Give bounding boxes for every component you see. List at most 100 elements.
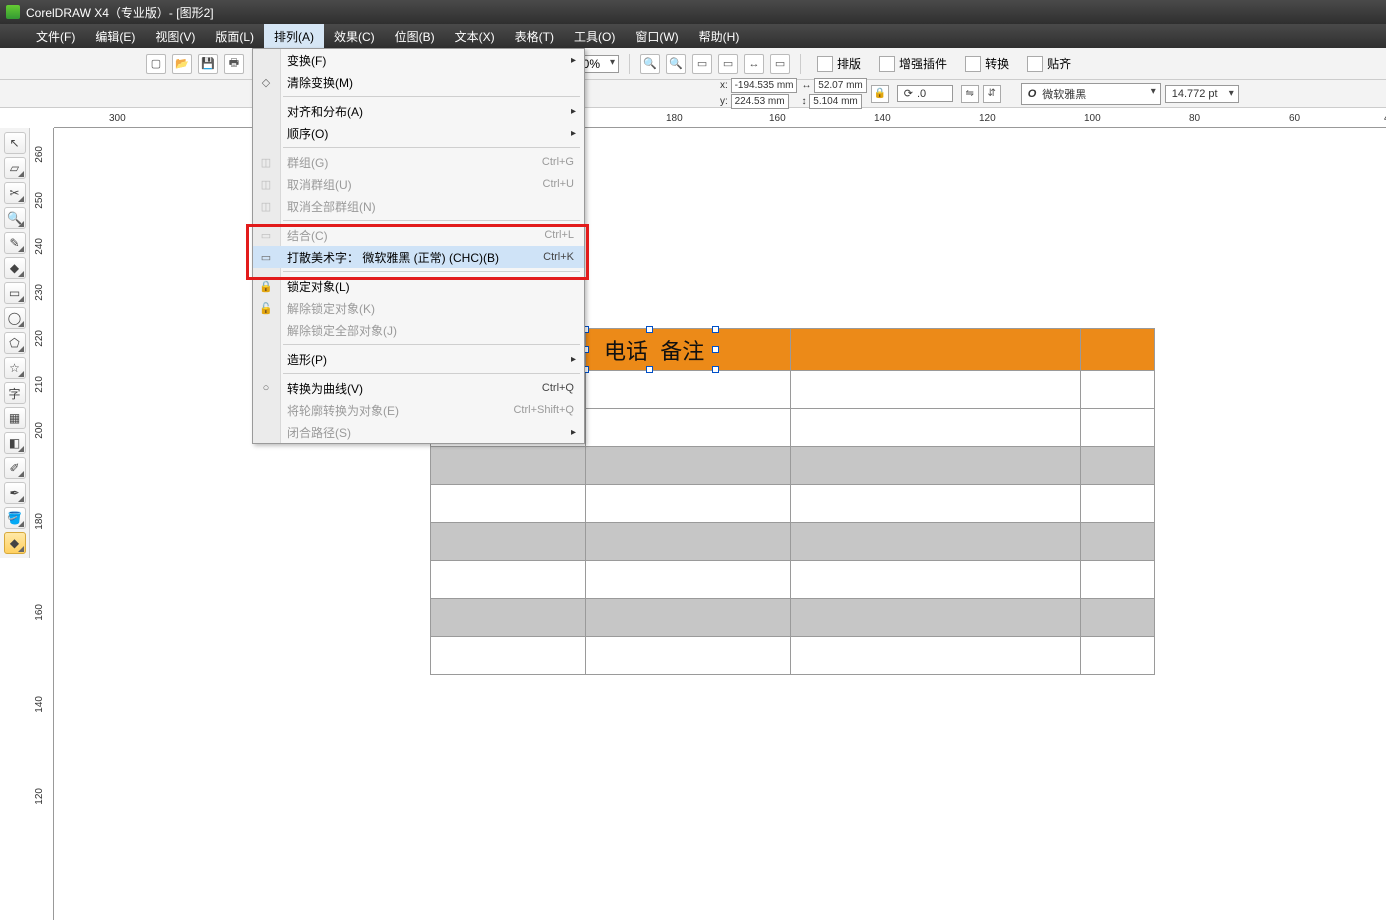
- selection-handle[interactable]: [712, 366, 719, 373]
- zoom-tool[interactable]: 🔍: [4, 207, 26, 229]
- ruler-tick: 160: [34, 604, 53, 621]
- menu-item[interactable]: 对齐和分布(A)▸: [253, 100, 584, 122]
- menu-item[interactable]: ◇清除变换(M): [253, 71, 584, 93]
- ruler-tick: 180: [666, 113, 683, 124]
- selection-handle[interactable]: [646, 366, 653, 373]
- menu-item[interactable]: 变换(F)▸: [253, 49, 584, 71]
- submenu-arrow-icon: ▸: [571, 354, 576, 365]
- ruler-tick: 200: [34, 422, 53, 439]
- save-button[interactable]: 💾: [198, 54, 218, 74]
- menu-view[interactable]: 视图(V): [145, 24, 205, 49]
- menu-item[interactable]: ▭打散美术字： 微软雅黑 (正常) (CHC)(B)Ctrl+K: [253, 246, 584, 268]
- zoom-out-button[interactable]: 🔍: [666, 54, 686, 74]
- menu-item-icon: ○: [258, 380, 274, 396]
- header-phone: 电话: [604, 339, 648, 364]
- height-field[interactable]: 5.104 mm: [809, 94, 861, 109]
- rotate-icon: ⟳: [904, 87, 913, 100]
- snap-button[interactable]: 贴齐: [1021, 53, 1077, 74]
- menu-item-label: 转换为曲线(V): [287, 380, 542, 397]
- print-button[interactable]: 🖶: [224, 54, 244, 74]
- menu-item-icon: ▭: [258, 249, 274, 265]
- smart-fill-tool[interactable]: ◆: [4, 257, 26, 279]
- ruler-tick: 140: [34, 696, 53, 713]
- menu-item: 🔓解除锁定对象(K): [253, 297, 584, 319]
- title-bar: CorelDRAW X4（专业版）- [图形2]: [0, 0, 1386, 24]
- new-doc-button[interactable]: ▢: [146, 54, 166, 74]
- text-tool[interactable]: 字: [4, 382, 26, 404]
- ruler-tick: 210: [34, 376, 53, 393]
- convert-button[interactable]: 转换: [959, 53, 1015, 74]
- crop-tool[interactable]: ✂: [4, 182, 26, 204]
- font-size-select[interactable]: 14.772 pt: [1165, 85, 1239, 103]
- menu-divider: [283, 373, 580, 374]
- menu-edit[interactable]: 编辑(E): [85, 24, 145, 49]
- font-select[interactable]: O微软雅黑: [1021, 83, 1161, 105]
- app-logo-icon: [6, 5, 20, 19]
- table-row: [431, 447, 1155, 485]
- arrange-menu-dropdown: 变换(F)▸◇清除变换(M)对齐和分布(A)▸顺序(O)▸◫群组(G)Ctrl+…: [252, 48, 585, 444]
- width-field[interactable]: 52.07 mm: [814, 78, 866, 93]
- eyedropper-tool[interactable]: ✐: [4, 457, 26, 479]
- mirror-v-button[interactable]: ⇵: [983, 85, 1001, 103]
- menu-item: ◫取消全部群组(N): [253, 195, 584, 217]
- menu-layout[interactable]: 版面(L): [205, 24, 264, 49]
- table-tool[interactable]: ▦: [4, 407, 26, 429]
- header-note: 备注: [660, 339, 704, 364]
- menu-text[interactable]: 文本(X): [445, 24, 505, 49]
- zoom-width-button[interactable]: ↔: [744, 54, 764, 74]
- pick-tool[interactable]: ↖: [4, 132, 26, 154]
- interactive-fill-tool[interactable]: ◆: [4, 532, 26, 554]
- polygon-tool[interactable]: ⬠: [4, 332, 26, 354]
- submenu-arrow-icon: ▸: [571, 106, 576, 117]
- menu-item[interactable]: ○ 转换为曲线(V)Ctrl+Q: [253, 377, 584, 399]
- freehand-tool[interactable]: ✎: [4, 232, 26, 254]
- menu-item[interactable]: 🔒锁定对象(L): [253, 275, 584, 297]
- menu-item-label: 打散美术字： 微软雅黑 (正常) (CHC)(B): [287, 249, 543, 266]
- rotation-field[interactable]: ⟳.0: [897, 85, 953, 102]
- plugin-button[interactable]: 增强插件: [873, 53, 953, 74]
- selection-handle[interactable]: [712, 326, 719, 333]
- typeset-button[interactable]: 排版: [811, 53, 867, 74]
- y-field[interactable]: 224.53 mm: [731, 94, 789, 109]
- menu-item-shortcut: Ctrl+Q: [542, 382, 574, 394]
- menu-item[interactable]: 顺序(O)▸: [253, 122, 584, 144]
- lock-ratio-button[interactable]: 🔒: [871, 85, 889, 103]
- ruler-tick: 260: [34, 146, 53, 163]
- menu-file[interactable]: 文件(F): [26, 24, 85, 49]
- rectangle-tool[interactable]: ▭: [4, 282, 26, 304]
- ellipse-tool[interactable]: ◯: [4, 307, 26, 329]
- zoom-height-button[interactable]: ▭: [770, 54, 790, 74]
- zoom-page-button[interactable]: ▭: [718, 54, 738, 74]
- fill-tool[interactable]: 🪣: [4, 507, 26, 529]
- selection-handle[interactable]: [646, 326, 653, 333]
- zoom-in-button[interactable]: 🔍: [640, 54, 660, 74]
- interactive-tool[interactable]: ◧: [4, 432, 26, 454]
- table-row: [431, 599, 1155, 637]
- menu-window[interactable]: 窗口(W): [625, 24, 688, 49]
- open-button[interactable]: 📂: [172, 54, 192, 74]
- x-field[interactable]: -194.535 mm: [731, 78, 798, 93]
- plugin-icon: [879, 56, 895, 72]
- menu-help[interactable]: 帮助(H): [689, 24, 750, 49]
- selection-handle[interactable]: [712, 346, 719, 353]
- outline-tool[interactable]: ✒: [4, 482, 26, 504]
- menu-item-icon: ◇: [258, 74, 274, 90]
- menu-item-label: 锁定对象(L): [287, 278, 574, 295]
- menu-effects[interactable]: 效果(C): [324, 24, 385, 49]
- shape-tool[interactable]: ▱: [4, 157, 26, 179]
- menu-item[interactable]: 造形(P)▸: [253, 348, 584, 370]
- menu-bitmap[interactable]: 位图(B): [385, 24, 445, 49]
- ruler-tick: 250: [34, 192, 53, 209]
- menu-tools[interactable]: 工具(O): [564, 24, 625, 49]
- menu-item-label: 将轮廓转换为对象(E): [287, 402, 513, 419]
- menu-arrange[interactable]: 排列(A): [264, 24, 324, 49]
- mirror-h-button[interactable]: ⇋: [961, 85, 979, 103]
- basic-shapes-tool[interactable]: ☆: [4, 357, 26, 379]
- menu-table[interactable]: 表格(T): [505, 24, 564, 49]
- menu-item: 解除锁定全部对象(J): [253, 319, 584, 341]
- ruler-tick: 160: [769, 113, 786, 124]
- zoom-fit-button[interactable]: ▭: [692, 54, 712, 74]
- menu-item-label: 结合(C): [287, 227, 544, 244]
- menu-item: 将轮廓转换为对象(E)Ctrl+Shift+Q: [253, 399, 584, 421]
- menu-item-shortcut: Ctrl+G: [542, 156, 574, 168]
